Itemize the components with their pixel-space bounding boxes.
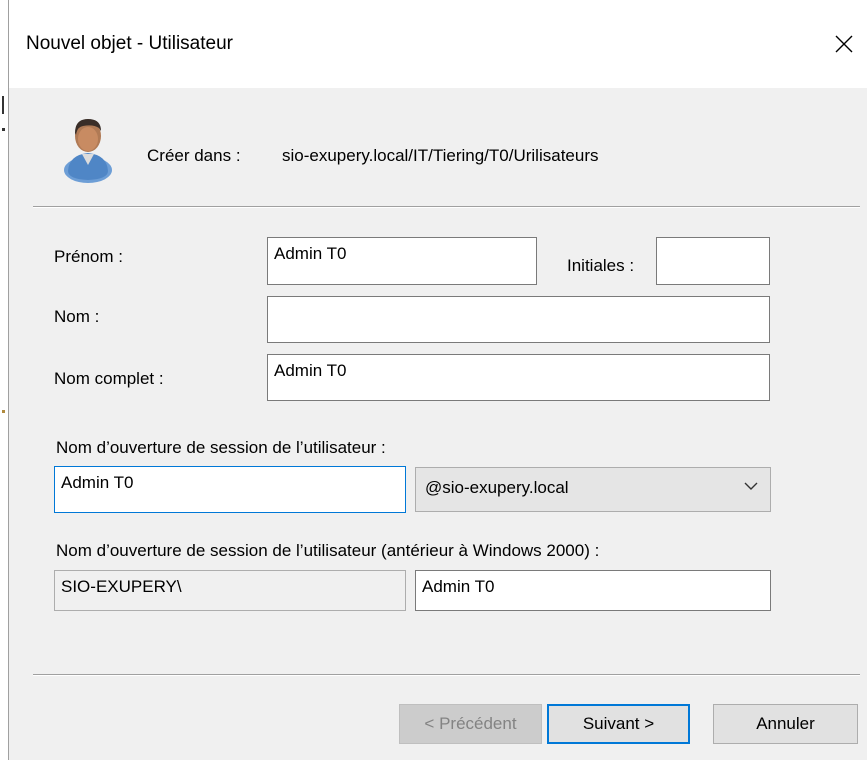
chevron-down-icon <box>744 482 758 490</box>
domain-suffix-value: @sio-exupery.local <box>425 478 569 497</box>
previous-button[interactable]: < Précédent <box>399 704 542 744</box>
last-name-label: Nom : <box>54 307 100 326</box>
separator-bottom <box>33 674 860 676</box>
full-name-label: Nom complet : <box>54 369 164 388</box>
cancel-button[interactable]: Annuler <box>713 704 858 744</box>
close-button[interactable] <box>821 24 867 64</box>
close-icon <box>835 35 853 53</box>
first-name-label: Prénom : <box>54 247 123 266</box>
initials-label: Initiales : <box>567 256 635 275</box>
last-name-input[interactable] <box>267 296 770 343</box>
initials-input[interactable] <box>656 237 770 285</box>
new-user-dialog: Nouvel objet - Utilisateur Créer dans : … <box>9 0 867 760</box>
background-mark <box>2 128 5 131</box>
logon-name-input[interactable]: Admin T0 <box>54 466 406 513</box>
create-in-path: sio-exupery.local/IT/Tiering/T0/Urilisat… <box>282 146 599 165</box>
title-bar: Nouvel objet - Utilisateur <box>9 0 867 88</box>
domain-suffix-select[interactable]: @sio-exupery.local <box>415 467 771 512</box>
pre2000-logon-label: Nom d’ouverture de session de l’utilisat… <box>56 541 600 560</box>
separator-top <box>33 206 860 208</box>
pre2000-logon-input[interactable]: Admin T0 <box>415 570 771 611</box>
background-window-edge <box>0 0 9 760</box>
background-mark <box>2 96 4 114</box>
create-in-label: Créer dans : <box>147 146 241 165</box>
first-name-input[interactable]: Admin T0 <box>267 237 537 285</box>
full-name-input[interactable]: Admin T0 <box>267 354 770 401</box>
user-icon <box>64 119 112 183</box>
background-mark <box>2 410 5 413</box>
next-button[interactable]: Suivant > <box>547 704 690 744</box>
pre2000-domain-field: SIO-EXUPERY\ <box>54 570 406 611</box>
window-title: Nouvel objet - Utilisateur <box>26 33 233 54</box>
logon-name-label: Nom d’ouverture de session de l’utilisat… <box>56 438 386 457</box>
